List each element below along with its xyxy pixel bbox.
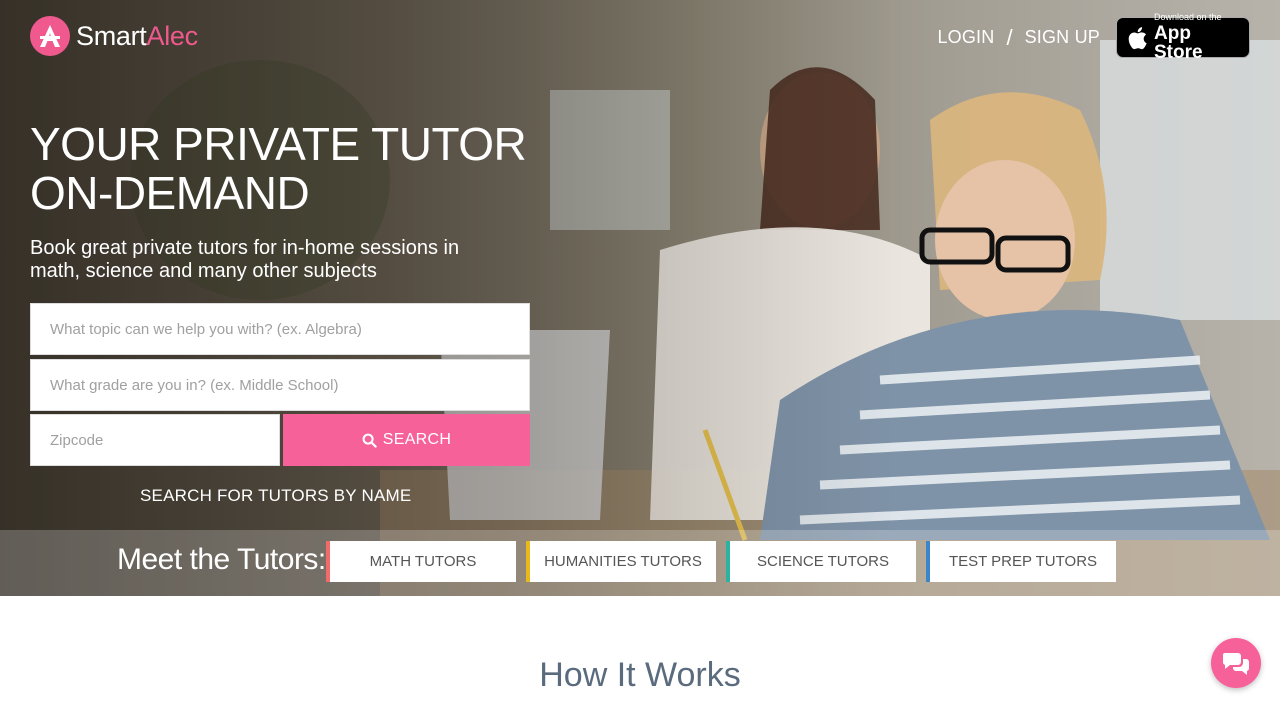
brand-name-part1: Smart — [76, 20, 147, 51]
search-button-label: SEARCH — [382, 431, 452, 448]
chat-button[interactable] — [1211, 638, 1261, 688]
grade-input[interactable] — [48, 375, 529, 395]
search-by-name-link[interactable]: SEARCH FOR TUTORS BY NAME — [140, 486, 411, 506]
signup-link[interactable]: SIGN UP — [1025, 27, 1100, 48]
apple-icon — [1128, 26, 1147, 49]
chat-icon — [1222, 653, 1250, 675]
topic-input[interactable] — [48, 319, 529, 339]
smartalec-logo-icon — [30, 16, 70, 56]
hero-subheading: Book great private tutors for in-home se… — [30, 237, 460, 282]
science-tutors-button[interactable]: SCIENCE TUTORS — [726, 541, 916, 582]
appstore-big-text: App Store — [1154, 23, 1203, 63]
how-it-works-heading: How It Works — [539, 656, 741, 694]
login-link[interactable]: LOGIN — [937, 27, 994, 48]
topic-field[interactable] — [30, 303, 530, 355]
search-icon — [362, 433, 377, 448]
top-nav: LOGIN / SIGN UP Download on the App Stor… — [937, 13, 1250, 62]
brand-logo[interactable]: SmartAlec — [30, 16, 198, 56]
meet-tutors-label: Meet the Tutors: — [117, 543, 326, 576]
math-tutors-button[interactable]: MATH TUTORS — [326, 541, 516, 582]
hero-overlay — [0, 0, 1280, 596]
headline-line-1: YOUR PRIVATE TUTOR — [30, 118, 527, 170]
zipcode-field[interactable] — [30, 414, 280, 466]
brand-name: SmartAlec — [76, 21, 198, 52]
zipcode-input[interactable] — [48, 430, 279, 450]
nav-separator: / — [1006, 24, 1013, 50]
app-store-badge[interactable]: Download on the App Store — [1116, 13, 1250, 62]
humanities-tutors-button[interactable]: HUMANITIES TUTORS — [526, 541, 716, 582]
headline-line-2: ON-DEMAND — [30, 167, 310, 219]
test-prep-tutors-button[interactable]: TEST PREP TUTORS — [926, 541, 1116, 582]
search-button[interactable]: SEARCH — [283, 414, 530, 466]
grade-field[interactable] — [30, 359, 530, 411]
brand-name-part2: Alec — [146, 20, 199, 51]
appstore-small-text: Download on the — [1154, 12, 1222, 22]
hero-headline: YOUR PRIVATE TUTOR ON-DEMAND — [30, 120, 530, 218]
hero-section — [0, 0, 1280, 596]
